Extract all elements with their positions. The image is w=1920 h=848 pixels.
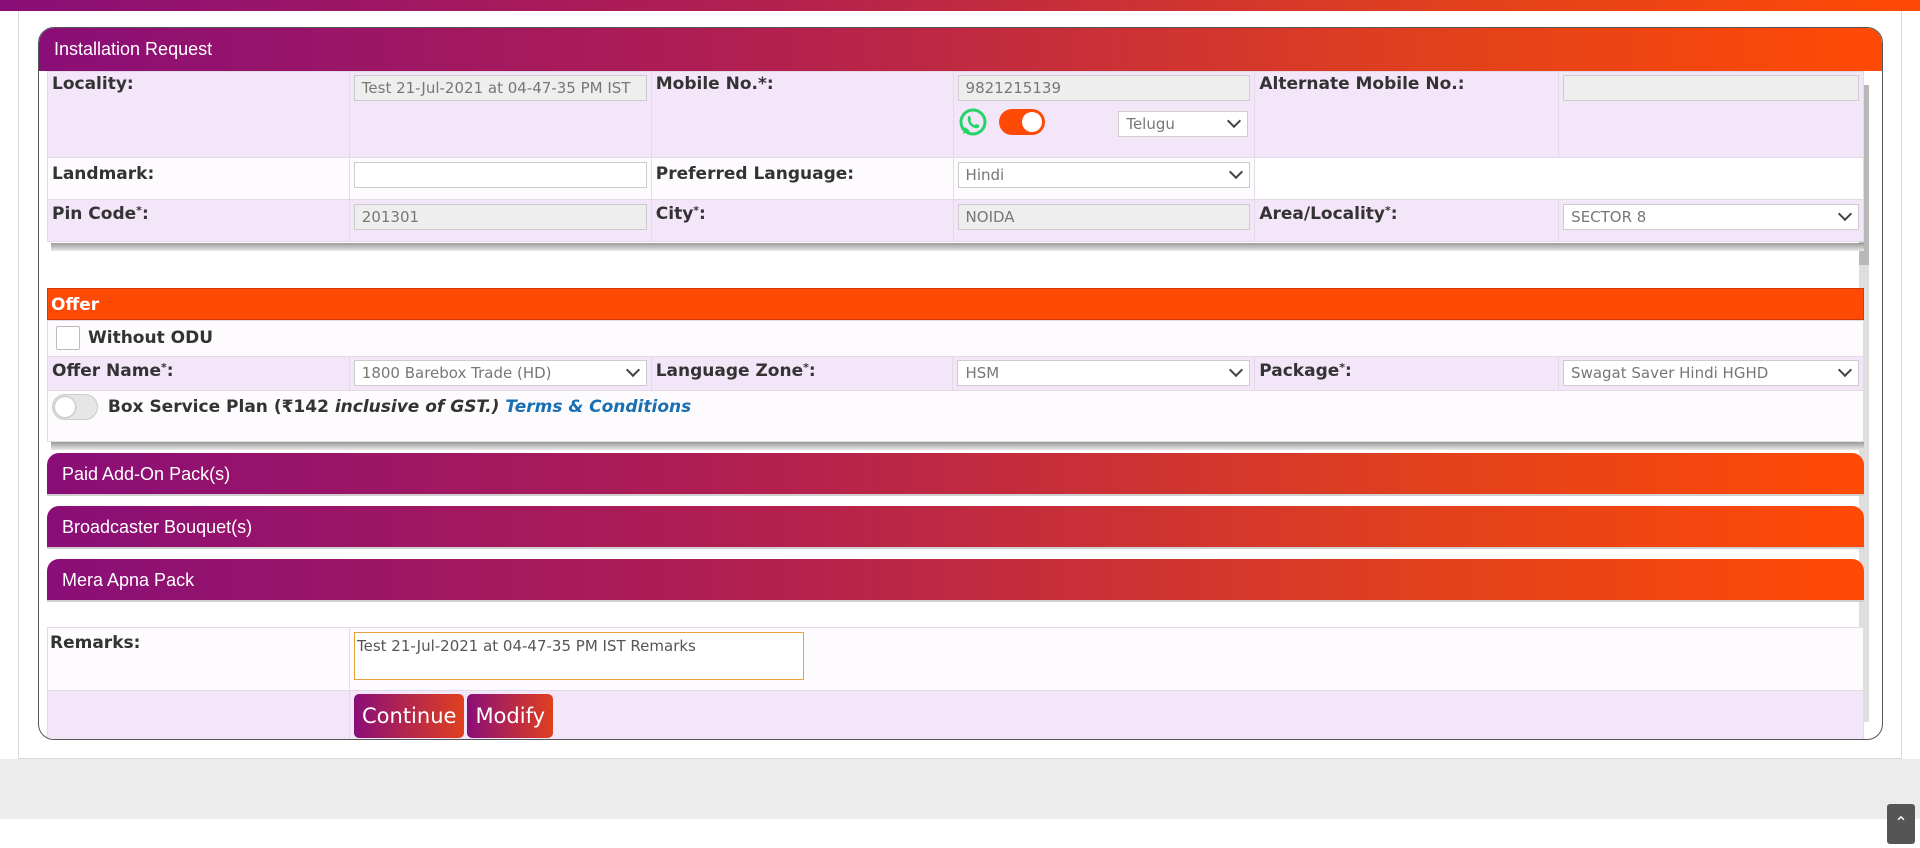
city-field[interactable]: NOIDA	[957, 204, 1251, 230]
table-row: Landmark: Preferred Language: Hindi	[47, 157, 1864, 200]
card-title: Installation Request	[39, 28, 1882, 71]
scroll-to-top-button[interactable]: ⌃	[1887, 804, 1915, 844]
remarks-textarea[interactable]: Test 21-Jul-2021 at 04-47-35 PM IST Rema…	[354, 632, 804, 680]
box-service-text: Box Service Plan (₹142	[107, 397, 335, 417]
table-row: Offer Name*: 1800 Barebox Trade (HD) Lan…	[47, 356, 1864, 391]
mobile-label: Mobile No.*:	[650, 71, 954, 158]
table-row: Remarks: Test 21-Jul-2021 at 04-47-35 PM…	[47, 627, 1864, 691]
table-row: Continue Modify	[47, 690, 1864, 739]
landmark-label: Landmark:	[47, 157, 350, 200]
installation-request-card: Installation Request Locality: Test 21-J…	[38, 27, 1883, 740]
area-select-value: SECTOR 8	[1571, 208, 1647, 226]
city-label: City	[655, 204, 694, 224]
offer-table: Without ODU Offer Name*: 1800 Barebox Tr…	[47, 320, 1864, 442]
offer-name-value: 1800 Barebox Trade (HD)	[361, 364, 552, 382]
table-row: Pin Code*: 201301 City*: NOIDA Area/Loca…	[47, 199, 1864, 242]
locality-label: Locality:	[47, 71, 350, 158]
table-row: Box Service Plan (₹142 inclusive of GST.…	[47, 390, 1864, 442]
broadcaster-accordion[interactable]: Broadcaster Bouquet(s)	[47, 506, 1864, 549]
pincode-label: Pin Code	[52, 204, 137, 224]
chevron-down-icon	[625, 362, 640, 378]
package-value: Swagat Saver Hindi HGHD	[1571, 364, 1769, 382]
language-zone-value: HSM	[965, 364, 1000, 382]
contact-table: Locality: Test 21-Jul-2021 at 04-47-35 P…	[47, 71, 1864, 242]
language-zone-select[interactable]: HSM	[957, 360, 1251, 386]
section-divider	[51, 243, 1864, 251]
chevron-down-icon	[1837, 206, 1853, 222]
alt-mobile-field[interactable]	[1563, 75, 1859, 101]
terms-link[interactable]: Terms & Conditions	[505, 397, 691, 417]
label-colon: :	[1390, 204, 1398, 224]
chevron-down-icon	[1837, 362, 1853, 378]
section-divider	[51, 442, 1864, 450]
remarks-table: Remarks: Test 21-Jul-2021 at 04-47-35 PM…	[47, 627, 1864, 739]
double-chevron-up-icon: ⌃	[1894, 813, 1908, 832]
without-odu-label: Without ODU	[88, 328, 214, 348]
area-label: Area/Locality	[1259, 204, 1386, 224]
language-zone-label: Language Zone	[655, 361, 804, 381]
label-colon: :	[1345, 361, 1352, 381]
remarks-label: Remarks:	[47, 627, 350, 691]
label-colon: :	[166, 361, 174, 381]
chevron-down-icon	[1229, 362, 1244, 378]
box-service-toggle[interactable]	[52, 394, 98, 420]
landmark-input[interactable]	[353, 162, 647, 188]
label-colon: :	[141, 204, 149, 224]
scroll-area: Locality: Test 21-Jul-2021 at 04-47-35 P…	[47, 71, 1882, 739]
box-service-label: Box Service Plan (₹142 inclusive of GST.…	[108, 397, 499, 417]
preferred-language-select[interactable]: Hindi	[957, 162, 1251, 188]
table-row: Without ODU	[47, 320, 1864, 357]
offer-name-label: Offer Name	[52, 361, 161, 381]
preferred-language-value: Hindi	[965, 166, 1005, 184]
package-select[interactable]: Swagat Saver Hindi HGHD	[1563, 360, 1859, 386]
preferred-language-label: Preferred Language:	[650, 157, 954, 200]
label-colon: :	[699, 204, 706, 224]
chevron-down-icon	[1227, 113, 1242, 129]
paid-addon-accordion[interactable]: Paid Add-On Pack(s)	[47, 453, 1864, 496]
whatsapp-icon	[959, 108, 987, 136]
package-label: Package	[1259, 361, 1340, 381]
alt-mobile-label: Alternate Mobile No.:	[1254, 71, 1560, 158]
whatsapp-toggle[interactable]	[999, 109, 1046, 135]
pincode-field[interactable]: 201301	[353, 204, 647, 230]
mera-apna-accordion[interactable]: Mera Apna Pack	[47, 559, 1864, 602]
language-select[interactable]: Telugu	[1118, 111, 1249, 137]
box-service-gst-note: inclusive of GST.)	[334, 397, 500, 417]
mobile-field[interactable]: 9821215139	[957, 75, 1251, 101]
chevron-down-icon	[1229, 164, 1244, 180]
continue-button[interactable]: Continue	[354, 694, 465, 738]
top-accent-bar	[0, 0, 1920, 11]
offer-header: Offer	[47, 288, 1864, 320]
label-colon: :	[808, 361, 816, 381]
modify-button[interactable]: Modify	[467, 694, 554, 738]
language-select-value: Telugu	[1126, 115, 1175, 133]
offer-name-select[interactable]: 1800 Barebox Trade (HD)	[353, 360, 647, 386]
without-odu-checkbox[interactable]	[56, 326, 80, 350]
table-row: Locality: Test 21-Jul-2021 at 04-47-35 P…	[47, 71, 1864, 158]
locality-field[interactable]: Test 21-Jul-2021 at 04-47-35 PM IST	[353, 75, 647, 101]
area-select[interactable]: SECTOR 8	[1563, 204, 1859, 230]
footer	[0, 759, 1920, 819]
